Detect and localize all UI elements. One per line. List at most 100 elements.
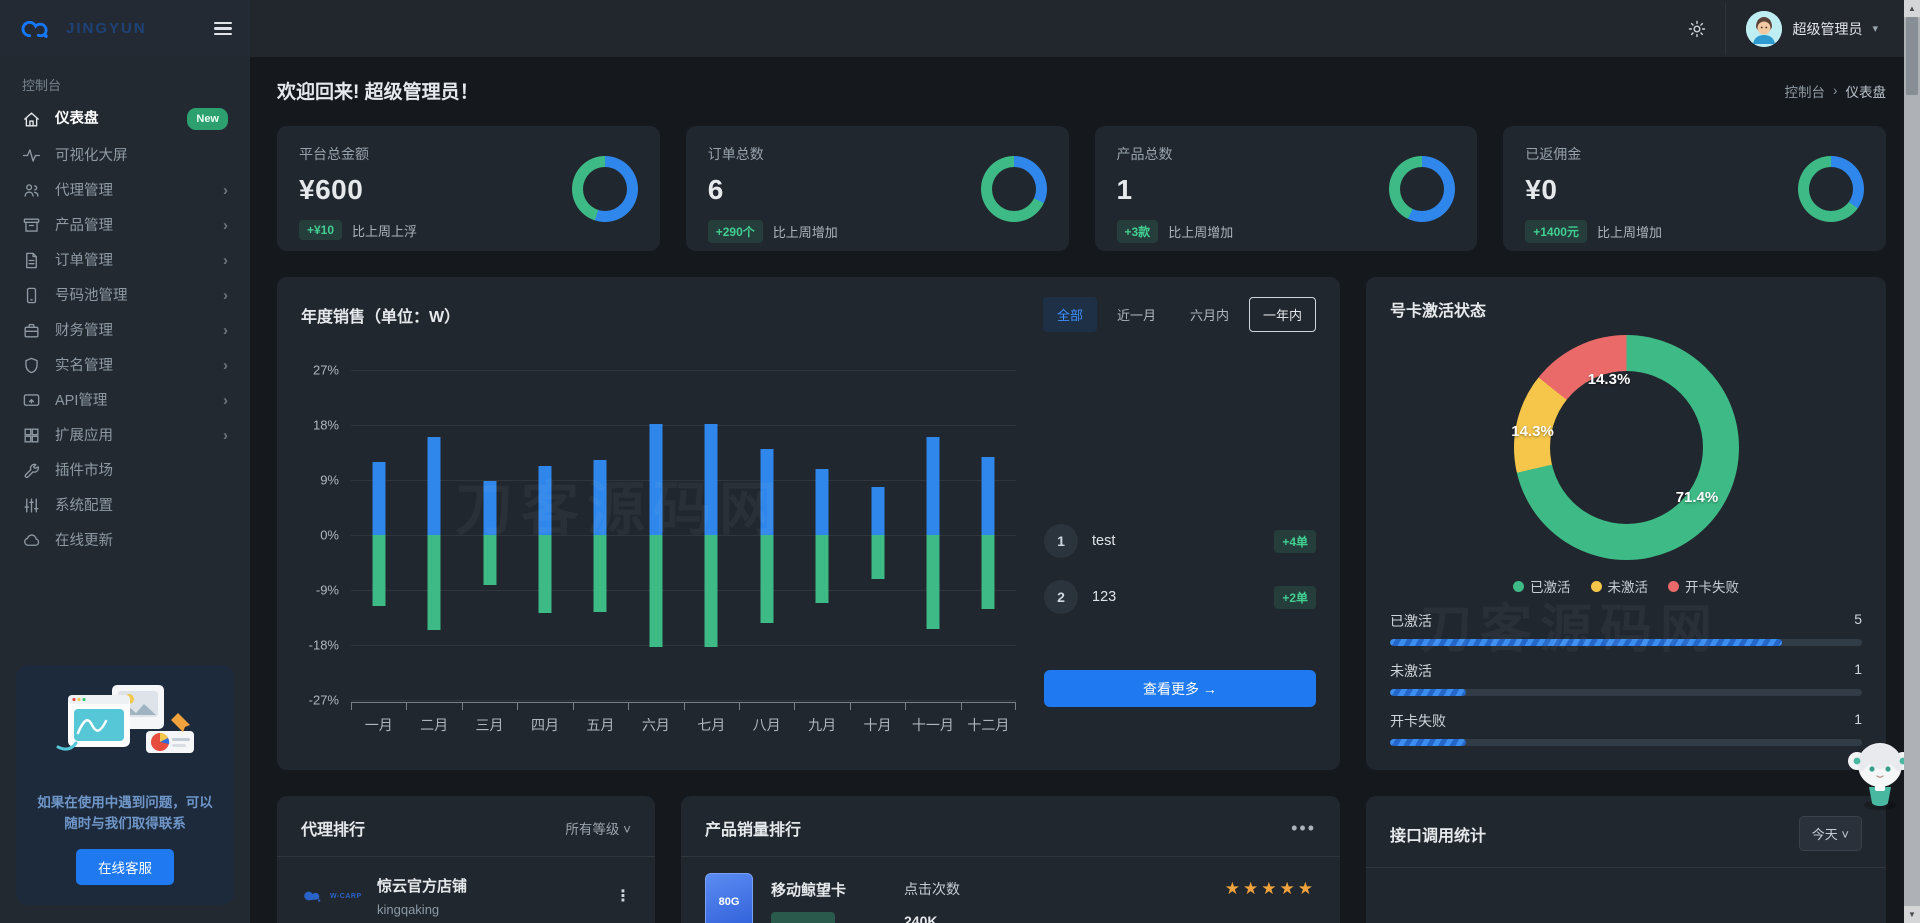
stat-donut-chart — [980, 155, 1047, 222]
x-axis-tick-label: 十月 — [849, 703, 905, 735]
view-more-button[interactable]: 查看更多 → — [1044, 670, 1316, 707]
click-count-label: 点击次数 — [904, 881, 961, 897]
stat-card-commission: 已返佣金 ¥0 +1400元 比上周增加 — [1503, 126, 1886, 251]
progress-track — [1390, 639, 1862, 646]
stat-note: 比上周增加 — [1596, 225, 1662, 240]
chevron-right-icon: › — [223, 356, 228, 374]
progress-track — [1390, 689, 1862, 696]
card-api-stats: 接口调用统计 今天 ˅ — [1366, 796, 1886, 923]
rank-number: 1 — [1044, 524, 1078, 558]
sidebar-item-api[interactable]: API管理 › — [0, 383, 250, 418]
user-menu[interactable]: 超级管理员 ▾ — [1725, 2, 1892, 55]
rank-badge: +4单 — [1274, 529, 1316, 553]
progress-activated: 已激活 5 — [1390, 611, 1862, 646]
filter-tab-month[interactable]: 近一月 — [1103, 297, 1170, 332]
sidebar-item-finance[interactable]: 财务管理 › — [0, 313, 250, 348]
chevron-down-icon: ▾ — [1872, 23, 1878, 35]
scrollbar-thumb[interactable] — [1906, 17, 1918, 95]
card-product-sales-ranking: 产品销量排行 ••• 80G 移动鲸望卡 点击次数 240K ★★★★★ — [681, 796, 1340, 923]
bar-column — [684, 370, 739, 700]
stat-note: 比上周增加 — [772, 225, 838, 240]
bar-column — [517, 370, 572, 700]
progress-inactive: 未激活 1 — [1390, 661, 1862, 696]
brand-logo[interactable]: JINGYUN — [18, 17, 147, 41]
sidebar-item-online-update[interactable]: 在线更新 — [0, 523, 250, 558]
filter-tab-year[interactable]: 一年内 — [1248, 297, 1316, 332]
kebab-menu-icon[interactable]: ⋮ — [615, 888, 631, 904]
api-period-select[interactable]: 今天 ˅ — [1798, 816, 1862, 851]
agent-name: 惊云官方店铺 — [377, 878, 468, 895]
sidebar-item-agents[interactable]: 代理管理 › — [0, 173, 250, 208]
card-agent-ranking: 代理排行 所有等级 ˅ W-CARP 惊云官方店铺 kingqaking ⋮ — [277, 796, 655, 923]
stat-badge: +1400元 — [1525, 220, 1587, 243]
product-image: 80G — [705, 873, 753, 923]
filter-tab-half-year[interactable]: 六月内 — [1176, 297, 1243, 332]
user-name: 超级管理员 — [1792, 20, 1863, 37]
topbar: 超级管理员 ▾ — [250, 0, 1920, 57]
product-ranking-title: 产品销量排行 — [705, 822, 802, 839]
stat-donut-chart — [1389, 155, 1456, 222]
x-axis-tick-label: 一月 — [351, 703, 406, 735]
new-badge: New — [187, 108, 228, 130]
sidebar-item-number-pool[interactable]: 号码池管理 › — [0, 278, 250, 313]
app-window: JINGYUN 控制台 仪表盘 New 可视化大屏 代理管理› 产品管理› — [0, 0, 1920, 923]
stat-card-total-orders: 订单总数 6 +290个 比上周增加 — [685, 126, 1069, 251]
sidebar: JINGYUN 控制台 仪表盘 New 可视化大屏 代理管理› 产品管理› — [0, 0, 250, 923]
activation-donut-chart: 14.3% 14.3% 71.4% — [1511, 335, 1739, 560]
sliders-icon — [22, 496, 41, 515]
stat-card-total-products: 产品总数 1 +3款 比上周增加 — [1094, 126, 1478, 251]
sidebar-item-plugin-market[interactable]: 插件市场 — [0, 453, 250, 488]
bar-column — [961, 370, 1016, 700]
rank-row[interactable]: 1 test +4单 — [1044, 524, 1316, 558]
agent-row[interactable]: W-CARP 惊云官方店铺 kingqaking ⋮ — [277, 857, 655, 923]
filter-tab-all[interactable]: 全部 — [1042, 297, 1097, 332]
bar-column — [351, 370, 406, 700]
x-axis-tick-label: 九月 — [794, 703, 849, 735]
star-rating: ★★★★★ — [1224, 879, 1316, 898]
bar-column — [406, 370, 461, 700]
stat-badge: +3款 — [1116, 220, 1159, 243]
cloud-icon — [22, 531, 41, 550]
sidebar-header: JINGYUN — [0, 0, 250, 57]
x-axis-tick-label: 五月 — [572, 703, 628, 735]
bar-column — [739, 370, 794, 700]
ellipsis-menu-icon[interactable]: ••• — [1291, 819, 1316, 837]
sidebar-item-orders[interactable]: 订单管理 › — [0, 243, 250, 278]
scroll-up-arrow-icon[interactable]: ▲ — [1904, 0, 1920, 17]
product-name: 移动鲸望卡 — [771, 882, 847, 899]
sidebar-item-realname[interactable]: 实名管理 › — [0, 348, 250, 383]
x-axis-tick-label: 四月 — [517, 703, 572, 735]
breadcrumb-root[interactable]: 控制台 — [1785, 81, 1826, 101]
x-axis-tick-label: 七月 — [683, 703, 739, 735]
vertical-scrollbar[interactable]: ▲ ▼ — [1904, 0, 1920, 923]
stat-cards-row: 平台总金额 ¥600 +¥10 比上周上浮 订单总数 6 +290个 比上周增加 产… — [277, 126, 1886, 251]
sales-filters: 全部 近一月 六月内 一年内 — [1042, 297, 1316, 332]
sidebar-item-products[interactable]: 产品管理 › — [0, 208, 250, 243]
main-area: 超级管理员 ▾ 欢迎回来! 超级管理员！ 控制台 › 仪表盘 平台总金额 ¥60… — [250, 0, 1920, 923]
sidebar-item-dashboard[interactable]: 仪表盘 New — [0, 100, 250, 138]
online-support-button[interactable]: 在线客服 — [76, 849, 174, 885]
sidebar-item-system-config[interactable]: 系统配置 — [0, 488, 250, 523]
product-row[interactable]: 80G 移动鲸望卡 点击次数 240K ★★★★★ — [681, 857, 1340, 923]
chevron-right-icon: › — [223, 286, 228, 304]
rank-row[interactable]: 2 123 +2单 — [1044, 580, 1316, 614]
menu-toggle-icon[interactable] — [214, 21, 232, 36]
stat-note: 比上周上浮 — [352, 223, 418, 239]
sidebar-item-bigscreen[interactable]: 可视化大屏 — [0, 138, 250, 173]
activation-title: 号卡激活状态 — [1390, 303, 1487, 320]
bar-column — [794, 370, 849, 700]
x-axis-tick-label: 十二月 — [960, 703, 1017, 735]
wrench-icon — [22, 461, 41, 480]
bar-chart-plot — [351, 370, 1016, 701]
agent-level-filter[interactable]: 所有等级 ˅ — [565, 818, 631, 838]
grid-icon — [22, 426, 41, 445]
rank-name: 123 — [1092, 589, 1117, 605]
avatar — [1746, 10, 1783, 47]
rank-name: test — [1092, 533, 1116, 549]
scroll-down-arrow-icon[interactable]: ▼ — [1904, 906, 1920, 923]
pulse-icon — [22, 146, 41, 165]
product-badge — [771, 912, 835, 923]
sidebar-item-extensions[interactable]: 扩展应用 › — [0, 418, 250, 453]
theme-toggle-sun-icon[interactable] — [1687, 19, 1707, 39]
agent-logo: W-CARP — [301, 879, 363, 913]
